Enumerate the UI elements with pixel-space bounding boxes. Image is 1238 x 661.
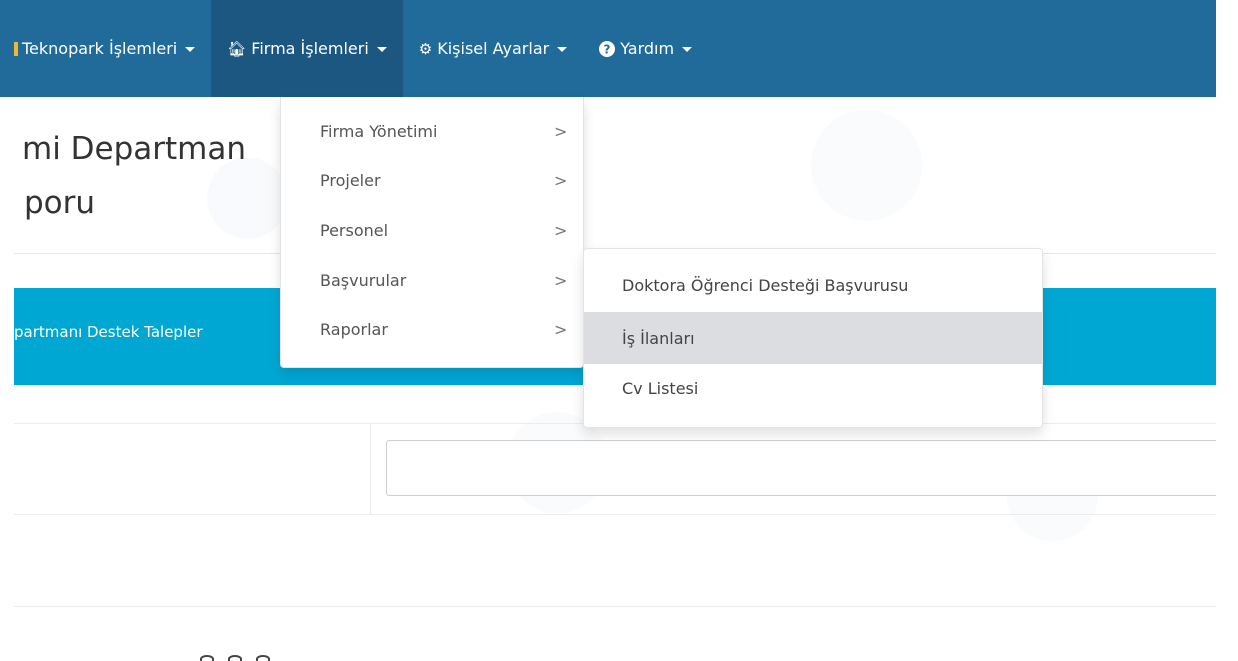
- page-title-line1: mi Departman: [22, 131, 247, 167]
- submenu-item-cv-listesi[interactable]: Cv Listesi: [584, 362, 1042, 414]
- firma-islemleri-dropdown: Firma Yönetimi > Projeler > Personel > B…: [280, 97, 584, 368]
- submenu-item-label: Doktora Öğrenci Desteği Başvurusu: [622, 275, 909, 295]
- nav-label: Teknopark İşlemleri: [22, 39, 178, 58]
- submenu-item-label: Cv Listesi: [622, 378, 699, 398]
- chevron-right-icon: >: [554, 319, 568, 339]
- submenu-item-is-ilanlari[interactable]: İş İlanları: [584, 312, 1042, 364]
- top-navbar: Teknopark İşlemleri 🏠︎ Firma İşlemleri ⚙…: [0, 0, 1216, 97]
- menu-item-label: Personel: [320, 220, 389, 240]
- menu-item-projeler[interactable]: Projeler >: [281, 156, 583, 204]
- basvurular-submenu: Doktora Öğrenci Desteği Başvurusu İş İla…: [583, 248, 1043, 428]
- right-margin: [1216, 0, 1238, 661]
- menu-item-basvurular[interactable]: Başvurular >: [281, 256, 583, 304]
- menu-item-firma-yonetimi[interactable]: Firma Yönetimi >: [281, 107, 583, 155]
- menu-item-label: Raporlar: [320, 319, 388, 339]
- cut-off-text: [200, 646, 370, 661]
- banner-text: partmanı Destek Talepler: [14, 323, 203, 341]
- nav-kisisel-ayarlar[interactable]: ⚙ Kişisel Ayarlar: [403, 0, 583, 97]
- chevron-right-icon: >: [554, 170, 568, 190]
- caret-down-icon: [682, 47, 693, 52]
- caret-down-icon: [185, 47, 196, 52]
- nav-teknopark-islemleri[interactable]: Teknopark İşlemleri: [0, 0, 211, 97]
- menu-item-label: Firma Yönetimi: [320, 121, 438, 141]
- nav-yardim[interactable]: ? Yardım: [583, 0, 708, 97]
- menu-item-personel[interactable]: Personel >: [281, 206, 583, 254]
- caret-down-icon: [376, 47, 387, 52]
- chevron-right-icon: >: [554, 121, 568, 141]
- question-circle-icon: ?: [599, 40, 616, 58]
- home-icon: 🏠︎: [227, 39, 247, 58]
- nav-label: Kişisel Ayarlar: [437, 39, 550, 58]
- nav-label: Firma İşlemleri: [251, 39, 369, 58]
- page: Teknopark İşlemleri 🏠︎ Firma İşlemleri ⚙…: [0, 0, 1238, 661]
- caret-down-icon: [557, 47, 568, 52]
- panel-divider-middle: [14, 514, 1216, 515]
- submenu-item-doktora-destegi[interactable]: Doktora Öğrenci Desteği Başvurusu: [584, 259, 1042, 311]
- svg-text:?: ?: [604, 42, 611, 56]
- menu-item-raporlar[interactable]: Raporlar >: [281, 305, 583, 353]
- nav-label: Yardım: [620, 39, 675, 58]
- page-title-line2: poru: [24, 185, 96, 221]
- nav-firma-islemleri[interactable]: 🏠︎ Firma İşlemleri: [211, 0, 403, 97]
- panel-divider-bottom: [14, 606, 1216, 607]
- submenu-item-label: İş İlanları: [622, 328, 695, 348]
- menu-item-label: Projeler: [320, 170, 381, 190]
- menu-item-label: Başvurular: [320, 270, 407, 290]
- panel-vertical-divider: [370, 423, 371, 515]
- chevron-right-icon: >: [554, 270, 568, 290]
- gears-icon: ⚙: [418, 39, 433, 58]
- search-input[interactable]: [386, 440, 1226, 496]
- bookmark-icon: [14, 41, 18, 56]
- chevron-right-icon: >: [554, 220, 568, 240]
